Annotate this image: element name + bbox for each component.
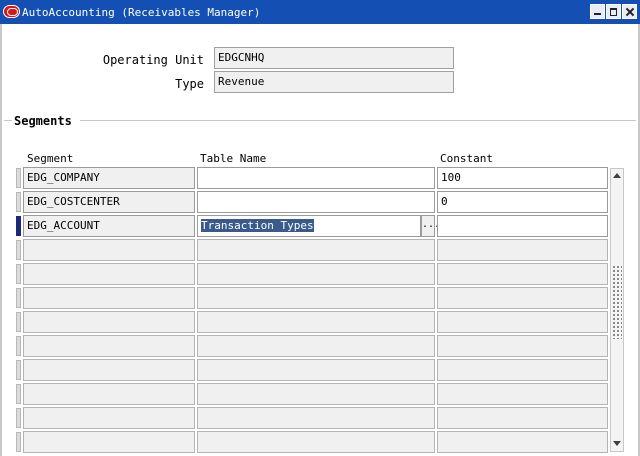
segment-cell[interactable] bbox=[23, 431, 195, 453]
record-indicator[interactable] bbox=[16, 408, 21, 428]
table-name-cell[interactable] bbox=[197, 407, 435, 429]
table-name-cell[interactable] bbox=[197, 335, 435, 357]
scroll-down-icon[interactable] bbox=[612, 439, 622, 449]
operating-unit-label: Operating Unit bbox=[102, 53, 204, 67]
table-name-cell[interactable] bbox=[197, 263, 435, 285]
table-name-cell[interactable] bbox=[197, 311, 435, 333]
segment-cell[interactable] bbox=[23, 335, 195, 357]
maximize-icon[interactable] bbox=[606, 4, 621, 19]
record-indicator[interactable] bbox=[16, 312, 21, 332]
table-name-cell[interactable] bbox=[197, 239, 435, 261]
section-divider bbox=[4, 120, 636, 121]
constant-cell[interactable]: 0 bbox=[437, 191, 608, 213]
record-indicator[interactable] bbox=[16, 216, 21, 236]
constant-cell[interactable] bbox=[437, 383, 608, 405]
constant-cell[interactable] bbox=[437, 263, 608, 285]
record-indicator[interactable] bbox=[16, 384, 21, 404]
segment-cell[interactable] bbox=[23, 263, 195, 285]
segment-cell[interactable]: EDG_ACCOUNT bbox=[23, 215, 195, 237]
table-name-cell[interactable] bbox=[197, 191, 435, 213]
close-icon[interactable] bbox=[622, 4, 637, 19]
segment-cell[interactable] bbox=[23, 239, 195, 261]
record-indicator[interactable] bbox=[16, 432, 21, 452]
record-indicator[interactable] bbox=[16, 288, 21, 308]
record-indicator[interactable] bbox=[16, 264, 21, 284]
column-header-constant: Constant bbox=[440, 152, 493, 165]
column-header-segment: Segment bbox=[27, 152, 74, 165]
record-indicator[interactable] bbox=[16, 192, 21, 212]
constant-cell[interactable] bbox=[437, 359, 608, 381]
constant-cell[interactable]: 100 bbox=[437, 167, 608, 189]
segment-cell[interactable] bbox=[23, 407, 195, 429]
table-name-cell[interactable] bbox=[197, 287, 435, 309]
constant-cell[interactable] bbox=[437, 239, 608, 261]
constant-cell[interactable] bbox=[437, 335, 608, 357]
constant-cell[interactable] bbox=[437, 215, 608, 237]
scroll-up-icon[interactable] bbox=[612, 171, 622, 181]
window-frame-left bbox=[0, 24, 2, 456]
window-titlebar: AutoAccounting (Receivables Manager) bbox=[0, 0, 640, 24]
table-name-cell[interactable]: Transaction Types bbox=[197, 215, 421, 237]
scroll-thumb[interactable] bbox=[612, 265, 622, 339]
record-indicator[interactable] bbox=[16, 168, 21, 188]
selected-text: Transaction Types bbox=[201, 219, 314, 232]
type-field[interactable]: Revenue bbox=[214, 71, 454, 93]
vertical-scrollbar[interactable] bbox=[610, 168, 624, 452]
record-indicator[interactable] bbox=[16, 360, 21, 380]
table-name-cell[interactable] bbox=[197, 431, 435, 453]
minimize-icon[interactable] bbox=[590, 4, 605, 19]
constant-cell[interactable] bbox=[437, 311, 608, 333]
constant-cell[interactable] bbox=[437, 431, 608, 453]
segment-cell[interactable]: EDG_COSTCENTER bbox=[23, 191, 195, 213]
column-header-table-name: Table Name bbox=[200, 152, 267, 165]
segment-cell[interactable] bbox=[23, 287, 195, 309]
lov-button[interactable]: ... bbox=[421, 215, 440, 237]
table-name-cell[interactable] bbox=[197, 167, 435, 189]
segment-cell[interactable] bbox=[23, 311, 195, 333]
segment-cell[interactable] bbox=[23, 383, 195, 405]
oracle-icon[interactable] bbox=[3, 5, 20, 18]
window-title: AutoAccounting (Receivables Manager) bbox=[22, 6, 261, 19]
table-name-cell[interactable] bbox=[197, 383, 435, 405]
type-label: Type bbox=[175, 77, 204, 91]
operating-unit-field[interactable]: EDGCNHQ bbox=[214, 47, 454, 69]
segment-cell[interactable] bbox=[23, 359, 195, 381]
record-indicator[interactable] bbox=[16, 240, 21, 260]
constant-cell[interactable] bbox=[437, 287, 608, 309]
segment-cell[interactable]: EDG_COMPANY bbox=[23, 167, 195, 189]
segments-section-title: Segments bbox=[14, 114, 72, 128]
record-indicator[interactable] bbox=[16, 336, 21, 356]
constant-cell[interactable] bbox=[437, 407, 608, 429]
table-name-cell[interactable] bbox=[197, 359, 435, 381]
